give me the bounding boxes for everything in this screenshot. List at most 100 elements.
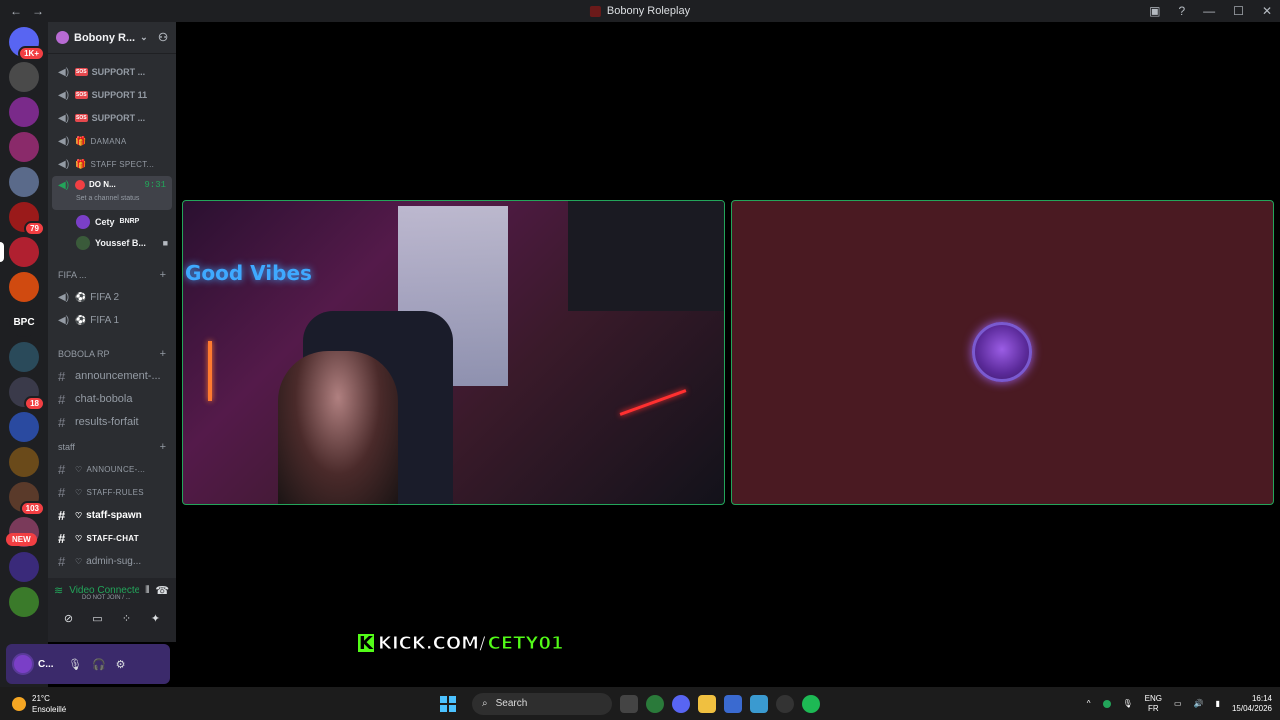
plus-icon[interactable]: + bbox=[160, 441, 166, 453]
back-icon[interactable]: ← bbox=[10, 4, 22, 18]
help-icon[interactable]: ? bbox=[1178, 4, 1185, 18]
add-user-icon[interactable]: ⚇ bbox=[158, 31, 168, 44]
disconnect-icon[interactable]: ☎ bbox=[155, 584, 169, 597]
mic-icon[interactable]: 🎙 bbox=[68, 658, 82, 671]
forward-icon[interactable]: → bbox=[32, 4, 44, 18]
voice-channel-active[interactable]: ◀) DO N... 9:31 Set a channel status bbox=[52, 176, 172, 210]
voice-channel[interactable]: ◀) 🎁 STAFF SPECT... bbox=[52, 153, 172, 175]
language-indicator[interactable]: ENG FR bbox=[1145, 694, 1162, 714]
video-background bbox=[568, 201, 724, 311]
text-channel[interactable]: # ♡ admin-sug... bbox=[52, 550, 172, 572]
inbox-icon[interactable]: ▣ bbox=[1149, 4, 1160, 18]
text-channel[interactable]: # ♡ ANNOUNCE-... bbox=[52, 458, 172, 480]
maximize-button[interactable]: ☐ bbox=[1233, 4, 1244, 18]
server-header[interactable]: Bobony R... ⌄ ⚇ bbox=[48, 22, 176, 54]
guild-11[interactable] bbox=[9, 412, 39, 442]
guild-1[interactable] bbox=[9, 62, 39, 92]
chrome-icon[interactable] bbox=[646, 694, 664, 713]
channel-status[interactable]: Set a channel status bbox=[76, 195, 139, 202]
spotify-icon[interactable] bbox=[802, 694, 820, 713]
photos-icon[interactable] bbox=[750, 694, 768, 713]
guild-sidebar: 1K+ 79 BPC 18 103 bbox=[0, 22, 48, 687]
plus-icon[interactable]: + bbox=[160, 269, 166, 281]
voice-channel[interactable]: ◀) ⚽ FIFA 1 bbox=[52, 309, 172, 331]
search-input[interactable]: ⌕ Search bbox=[472, 692, 612, 715]
guild-7[interactable] bbox=[9, 272, 39, 302]
video-tile-avatar[interactable] bbox=[731, 200, 1274, 505]
folder-icon[interactable] bbox=[698, 694, 716, 713]
voice-user[interactable]: Cety BNRP bbox=[76, 211, 176, 232]
network-icon[interactable]: ▭ bbox=[1174, 699, 1182, 708]
camera-off-icon[interactable]: ⊘ bbox=[57, 609, 81, 627]
hash-icon: # bbox=[58, 507, 66, 523]
hash-icon: # bbox=[58, 391, 66, 407]
weather-widget[interactable]: 21°C Ensoleillé bbox=[12, 693, 66, 715]
guild-13[interactable]: 103 bbox=[9, 482, 45, 516]
speaker-icon: ◀) bbox=[58, 314, 70, 326]
voice-channel[interactable]: ◀) SOS SUPPORT ... bbox=[52, 61, 172, 83]
channel-label: ANNOUNCE-... bbox=[86, 464, 146, 474]
noise-icon[interactable]: ⫴ bbox=[145, 585, 149, 596]
hash-icon: # bbox=[58, 484, 66, 500]
category-bobola[interactable]: BOBOLA RP + bbox=[52, 344, 172, 364]
app-icon[interactable] bbox=[724, 694, 742, 713]
shield-icon: ♡ bbox=[75, 487, 83, 497]
guild-12[interactable] bbox=[9, 447, 39, 477]
voice-channel[interactable]: ◀) SOS SUPPORT ... bbox=[52, 107, 172, 129]
notification-badge: 79 bbox=[24, 221, 45, 236]
new-badge: NEW bbox=[6, 533, 37, 546]
guild-5[interactable]: 79 bbox=[9, 202, 45, 236]
guild-9[interactable] bbox=[9, 342, 39, 372]
gear-icon[interactable]: ⚙ bbox=[116, 658, 126, 671]
activities-icon[interactable]: ⁘ bbox=[115, 609, 139, 627]
task-view-icon[interactable] bbox=[620, 694, 638, 713]
guild-bobony[interactable] bbox=[0, 237, 39, 267]
sos-icon: SOS bbox=[75, 68, 88, 76]
status-dot-icon bbox=[1102, 699, 1111, 708]
guild-16[interactable] bbox=[9, 587, 39, 617]
voice-channel[interactable]: ◀) ⚽ FIFA 2 bbox=[52, 286, 172, 308]
voice-channel[interactable]: ◀) 🎁 DAMANA bbox=[52, 130, 172, 152]
participant-avatar bbox=[972, 322, 1032, 382]
category-fifa[interactable]: FIFA ... + bbox=[52, 265, 172, 285]
text-channel[interactable]: # chat-bobola bbox=[52, 388, 172, 410]
text-channel[interactable]: # announcement-... bbox=[52, 365, 172, 387]
direct-messages[interactable]: 1K+ bbox=[9, 27, 45, 61]
text-channel[interactable]: # results-forfait bbox=[52, 411, 172, 433]
guild-10[interactable]: 18 bbox=[9, 377, 45, 411]
close-button[interactable]: ✕ bbox=[1262, 4, 1272, 18]
soundboard-icon[interactable]: ✦ bbox=[144, 609, 168, 627]
ball-icon: ⚽ bbox=[75, 291, 87, 302]
guild-15[interactable] bbox=[9, 552, 39, 582]
voice-channel[interactable]: ◀) SOS SUPPORT 11 bbox=[52, 84, 172, 106]
screen-share-icon[interactable]: ▭ bbox=[86, 609, 110, 627]
minimize-button[interactable]: — bbox=[1203, 4, 1215, 18]
clock[interactable]: 16:14 15/04/2026 bbox=[1232, 694, 1272, 714]
headphones-icon[interactable]: 🎧 bbox=[92, 658, 106, 671]
text-channel[interactable]: # ♡ STAFF-RULES bbox=[52, 481, 172, 503]
channel-label: announcement-... bbox=[75, 370, 161, 382]
obs-icon[interactable] bbox=[776, 694, 794, 713]
gift-icon: 🎁 bbox=[75, 135, 87, 146]
start-button[interactable] bbox=[440, 695, 456, 712]
discord-icon[interactable] bbox=[672, 694, 690, 713]
text-channel[interactable]: # ♡ staff-spawn bbox=[52, 504, 172, 526]
speaker-icon: ◀) bbox=[58, 158, 70, 170]
voice-user[interactable]: Youssef B... ■ bbox=[76, 232, 176, 253]
server-name: Bobony R... bbox=[74, 31, 136, 44]
text-channel[interactable]: # ♡ STAFF-CHAT bbox=[52, 527, 172, 549]
mic-tray-icon[interactable]: 🎙 bbox=[1123, 699, 1133, 708]
avatar[interactable] bbox=[12, 653, 34, 675]
category-staff[interactable]: staff + bbox=[52, 437, 172, 457]
guild-bpc[interactable]: BPC bbox=[9, 307, 39, 337]
volume-icon[interactable]: 🔊 bbox=[1194, 699, 1204, 708]
plus-icon[interactable]: + bbox=[160, 348, 166, 360]
battery-icon[interactable]: ▮ bbox=[1216, 699, 1220, 708]
chevron-up-icon[interactable]: ^ bbox=[1087, 699, 1091, 708]
video-neon-sign: Good Vibes bbox=[185, 261, 312, 285]
guild-2[interactable] bbox=[9, 97, 39, 127]
video-tile-camera[interactable]: Good Vibes bbox=[182, 200, 725, 505]
title-bar: ← → Bobony Roleplay ▣ ? — ☐ ✕ bbox=[0, 0, 1280, 22]
guild-3[interactable] bbox=[9, 132, 39, 162]
guild-4[interactable] bbox=[9, 167, 39, 197]
